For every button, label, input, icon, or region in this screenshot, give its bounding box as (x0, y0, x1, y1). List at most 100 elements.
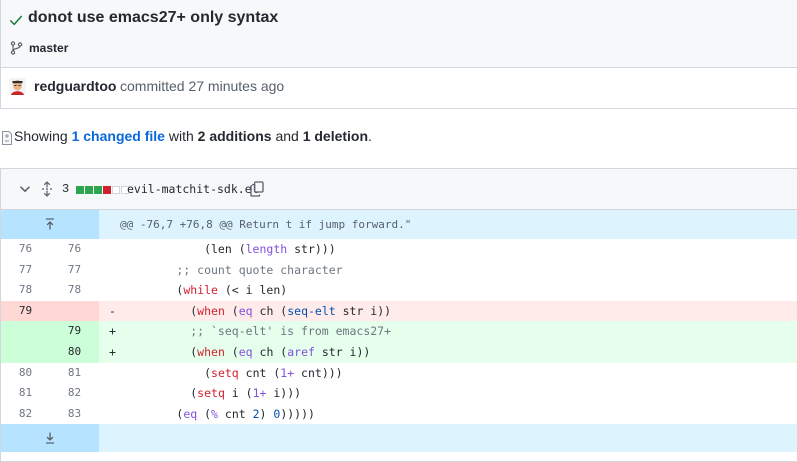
code-token: ) (259, 406, 274, 421)
author-name[interactable]: redguardtoo (34, 78, 116, 94)
code-token: setq (211, 365, 239, 380)
code-token: length (245, 242, 288, 256)
code-token: ( (121, 365, 212, 380)
code-token: str i)) (335, 303, 392, 318)
code-line: (when (eq ch (aref str i)) (99, 342, 797, 363)
old-line-number[interactable] (1, 341, 50, 363)
code-token: ( (121, 406, 184, 421)
code-token: ;; `seq-elt' is from emacs27+ (121, 324, 392, 339)
changes-count: 3 (62, 182, 70, 196)
chevron-down-icon[interactable] (20, 186, 30, 193)
diffstat-square-del (103, 186, 111, 194)
code-token: seq-elt (287, 303, 336, 318)
code-token: 1+ (252, 386, 267, 401)
new-line-number[interactable]: 80 (50, 341, 99, 363)
commit-time: committed 27 minutes ago (120, 78, 285, 94)
diff-summary: Showing 1 changed file with 2 additions … (14, 128, 372, 144)
branch-icon (10, 41, 23, 55)
expand-all-icon[interactable] (41, 181, 53, 197)
code-token: when (197, 303, 225, 318)
code-token: cnt))) (294, 365, 343, 380)
code-token: (len ( (121, 242, 246, 256)
diff-sign: + (109, 344, 116, 359)
diff-line-context: 80 81 (setq cnt (1+ cnt))) (1, 363, 797, 384)
summary-prefix: Showing (14, 128, 68, 144)
new-line-number[interactable]: 76 (50, 239, 99, 260)
diffstat-square-add (85, 186, 93, 194)
new-line-number[interactable]: 81 (50, 363, 99, 384)
diff-sign: - (109, 303, 116, 318)
diff-line-context: 76 76 (len (length str))) (1, 239, 797, 260)
new-line-number[interactable]: 77 (50, 260, 99, 281)
code-line: (len (length str))) (99, 239, 797, 260)
commit-title: donot use emacs27+ only syntax (28, 9, 279, 26)
diff-line-context: 77 77 ;; count quote character (1, 260, 797, 281)
old-line-number[interactable]: 82 (1, 404, 50, 425)
code-token: eq (238, 344, 253, 359)
expand-bottom-area (99, 424, 797, 452)
code-line: (while (< i len) (99, 280, 797, 301)
code-token: ch ( (252, 344, 288, 359)
diff-line-added: 80 + (when (eq ch (aref str i)) (1, 341, 797, 363)
commit-header: donot use emacs27+ only syntax master (1, 0, 797, 68)
code-token: str i)) (314, 344, 371, 359)
code-token: 2 (252, 406, 260, 421)
branch-name[interactable]: master (29, 41, 68, 55)
changed-files-link[interactable]: 1 changed file (72, 128, 165, 144)
old-line-number[interactable]: 80 (1, 363, 50, 384)
code-line: ;; count quote character (99, 260, 797, 281)
file-diff-icon (2, 131, 12, 145)
code-token: str))) (287, 242, 336, 256)
code-token: ;; count quote character (121, 262, 343, 277)
old-line-number[interactable]: 79 (1, 300, 50, 322)
diff-lines: 76 76 (len (length str))) 77 77 ;; count qu… (1, 239, 797, 424)
code-token: 1+ (280, 365, 295, 380)
old-line-number[interactable]: 77 (1, 260, 50, 281)
code-token: ( (121, 344, 198, 359)
code-token: ( (224, 344, 239, 359)
diff-line-context: 81 82 (setq i (1+ i))) (1, 383, 797, 404)
check-icon[interactable] (9, 13, 23, 27)
code-line: (eq (% cnt 2) 0))))) (99, 404, 797, 425)
diffstat (76, 186, 130, 194)
code-line: ;; `seq-elt' is from emacs27+ (99, 321, 797, 342)
avatar[interactable] (9, 78, 26, 95)
code-token: i ( (224, 386, 253, 401)
new-line-number[interactable]: 83 (50, 404, 99, 425)
summary-suffix: . (368, 128, 372, 144)
code-token: ( (121, 303, 198, 318)
new-line-number[interactable]: 82 (50, 383, 99, 404)
code-line: (setq i (1+ i))) (99, 383, 797, 404)
code-token: cnt ( (238, 365, 281, 380)
new-line-number[interactable]: 79 (50, 321, 99, 342)
code-token: (< i len) (217, 283, 288, 298)
code-token: ( (121, 283, 184, 298)
code-token: eq (183, 406, 198, 421)
code-token: ( (121, 386, 198, 401)
file-header: 3 evil-matchit-sdk.el (1, 169, 797, 210)
expand-up-button[interactable] (1, 210, 99, 239)
code-line: (setq cnt (1+ cnt))) (99, 363, 797, 384)
deletions-count: 1 deletion (302, 128, 369, 144)
old-line-number[interactable]: 81 (1, 383, 50, 404)
new-line-number[interactable]: 78 (50, 280, 99, 301)
diff-sign: + (109, 324, 116, 339)
commit-box: donot use emacs27+ only syntax master re… (0, 0, 797, 109)
old-line-number[interactable] (1, 321, 50, 342)
expand-up-icon[interactable] (44, 217, 56, 231)
code-line: (when (eq ch (seq-elt str i)) (99, 301, 797, 322)
author-row: redguardtoo committed 27 minutes ago (1, 68, 797, 109)
expand-down-icon[interactable] (44, 431, 56, 445)
code-token: ch ( (252, 303, 288, 318)
new-line-number[interactable] (50, 300, 99, 322)
hunk-header-row: @@ -76,7 +76,8 @@ Return t if jump forwa… (1, 210, 797, 239)
summary-and: and (275, 128, 299, 144)
copy-icon[interactable] (250, 181, 264, 197)
old-line-number[interactable]: 78 (1, 280, 50, 301)
hunk-header: @@ -76,7 +76,8 @@ Return t if jump forwa… (120, 218, 412, 231)
diffstat-square-neutral (112, 186, 120, 194)
old-line-number[interactable]: 76 (1, 239, 50, 260)
code-token: cnt (217, 406, 253, 421)
file-name[interactable]: evil-matchit-sdk.el (127, 182, 259, 196)
expand-down-button[interactable] (1, 424, 99, 453)
